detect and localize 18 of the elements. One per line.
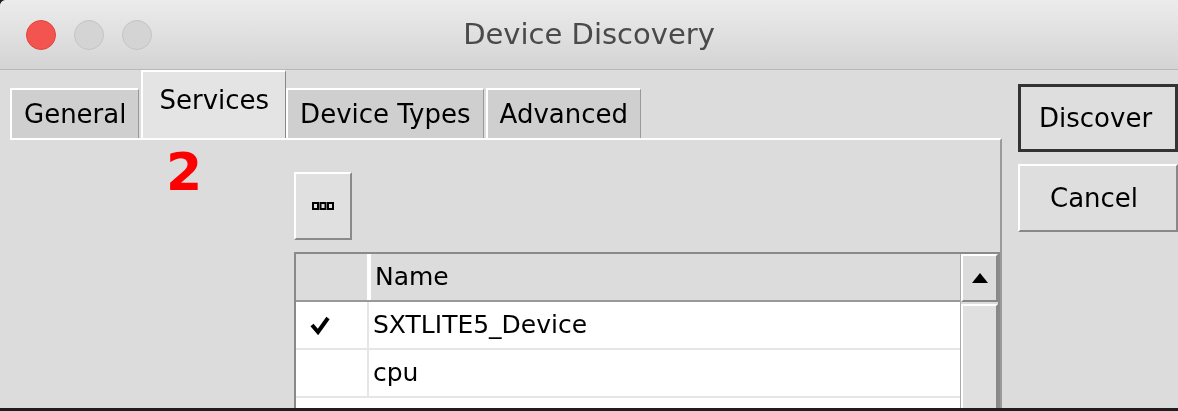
annotation-number: 2	[166, 146, 203, 198]
scroll-up-button[interactable]	[961, 254, 998, 302]
window-title: Device Discovery	[463, 16, 715, 54]
dialog-button[interactable]: Cancel	[1018, 164, 1178, 232]
dialog-button[interactable]: Discover	[1018, 84, 1178, 152]
table-row[interactable]: cpu	[296, 350, 960, 398]
table-cell-text: SXTLITE5_Device	[372, 309, 588, 342]
table-row[interactable]: SXTLITE5_Device	[296, 302, 960, 350]
tab[interactable]: Advanced	[485, 88, 641, 138]
close-button[interactable]	[26, 19, 56, 50]
tab[interactable]: Services	[141, 70, 287, 138]
up-arrow-icon	[971, 273, 988, 283]
more-button[interactable]	[294, 172, 352, 240]
scrollbar-thumb[interactable]	[961, 304, 998, 408]
more-icon	[312, 202, 334, 210]
tab[interactable]: General	[10, 88, 140, 138]
table-cell-text: cpu	[372, 357, 419, 390]
tab[interactable]: Device Types	[286, 88, 484, 138]
